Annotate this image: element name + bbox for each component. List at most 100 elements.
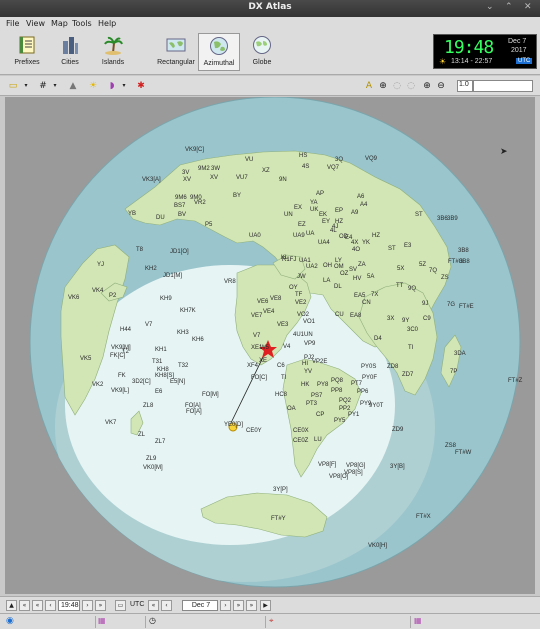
prefix-label: FT#E (459, 304, 474, 310)
map-view[interactable]: VK9[C] VU HS 3Q VQ9 9M2 3W VU7 XZ 9N 4S VQ7 VK3[A] 3V… (5, 97, 535, 594)
prefix-label: VP8[G] (346, 463, 366, 469)
prefix-label: YK (362, 240, 371, 246)
pin-icon[interactable]: ✱ (134, 79, 148, 93)
menu-map[interactable]: Map (51, 19, 68, 28)
utc-toggle-button[interactable]: ▭ (115, 600, 126, 611)
prefix-label: HI (302, 361, 308, 367)
sun-icon: ☀ (439, 57, 447, 66)
time-forward-button[interactable]: › (82, 600, 93, 611)
prefix-labels: VK9[C] VU HS 3Q VQ9 9M2 3W VU7 XZ 9N 4S VQ7 VK3[A] 3V… (5, 97, 535, 594)
date-back-button[interactable]: ‹ (161, 600, 172, 611)
prefix-label: R1FJ (282, 257, 297, 263)
prefix-label: OM (334, 264, 344, 270)
cities-label: Cities (61, 59, 79, 66)
propagation-dropdown-icon[interactable]: ▾ (117, 79, 131, 93)
maximize-button[interactable]: ⌃ (505, 2, 513, 12)
prefix-label: OH (323, 263, 332, 269)
prefix-label: E5[N] (170, 379, 186, 385)
prefix-label: E4 (345, 235, 353, 241)
islands-button[interactable]: Islands (92, 33, 134, 71)
prefixes-button[interactable]: Prefixes (6, 33, 48, 71)
globe-button[interactable]: Globe (241, 33, 283, 71)
prefix-label: 7Q (429, 268, 438, 274)
zoom-slider[interactable] (473, 80, 533, 92)
prefix-label: ZS (441, 275, 449, 281)
close-button[interactable]: ✕ (524, 2, 532, 12)
date-forward-button[interactable]: › (220, 600, 231, 611)
prefix-label: PT3 (306, 401, 318, 407)
zoom-out-icon[interactable]: ⊖ (434, 79, 448, 93)
prefix-label: DL (334, 284, 342, 290)
date-last-button[interactable]: » (246, 600, 257, 611)
mouse-cursor-icon: ➤ (500, 147, 508, 157)
menu-tools[interactable]: Tools (72, 19, 92, 28)
status-pane-3: ⌖ (265, 616, 410, 628)
status-pin-icon: ⌖ (269, 616, 274, 625)
clock-year: 2017 (511, 47, 527, 54)
date-field[interactable]: Dec 7 (182, 600, 218, 611)
date-fast-forward-button[interactable]: » (233, 600, 244, 611)
prefix-label: PY0S (361, 364, 377, 370)
status-pane-4: ▦ (410, 616, 540, 628)
prefix-label: 3X (387, 316, 395, 322)
prefix-label: 5X (397, 266, 405, 272)
prefix-label: PT7 (351, 381, 363, 387)
prefix-label: C6 (277, 363, 285, 369)
cities-icon (63, 37, 78, 54)
prefix-label: VQ9 (365, 156, 378, 162)
prefix-label: A9 (351, 210, 359, 216)
menu-view[interactable]: View (26, 19, 45, 28)
time-fast-forward-button[interactable]: » (95, 600, 106, 611)
prefix-label: PP8 (331, 388, 343, 394)
prefix-label: ZL7 (155, 439, 166, 445)
prefix-label: VR2 (194, 200, 206, 206)
prefix-label: 9Y0T (369, 403, 384, 409)
minimize-button[interactable]: ⌄ (486, 2, 494, 12)
window-title: DX Atlas (248, 2, 292, 12)
rotate-left-icon[interactable]: ◌ (390, 79, 404, 93)
time-back-button[interactable]: ‹ (45, 600, 56, 611)
center-map-icon[interactable]: ⊕ (376, 79, 390, 93)
menu-bar: File View Map Tools Help (0, 17, 540, 30)
prefix-label: BY (233, 193, 242, 199)
prefix-label: 7X (371, 292, 379, 298)
menu-help[interactable]: Help (98, 19, 116, 28)
prefixes-label: Prefixes (14, 59, 40, 66)
rotate-right-icon[interactable]: ◌ (404, 79, 418, 93)
rectangular-button[interactable]: Rectangular (155, 33, 197, 71)
prefix-label: FO[A] (186, 409, 202, 415)
sun-toggle-icon[interactable]: ☀ (86, 79, 100, 93)
grid-dropdown-icon[interactable]: ▾ (48, 79, 62, 93)
prefix-label: ZL8 (143, 403, 154, 409)
prefix-label: CE0X (293, 428, 309, 434)
azimuthal-button[interactable]: Azimuthal (198, 33, 240, 71)
date-first-button[interactable]: « (148, 600, 159, 611)
time-first-button[interactable]: ▲ (6, 600, 17, 611)
prefix-label: YB (128, 211, 137, 217)
prefix-label: VK2 (92, 382, 104, 388)
distance-icon[interactable]: A (362, 79, 376, 93)
prefix-label: 3W (211, 166, 220, 172)
play-button[interactable]: ▶ (260, 600, 271, 611)
prefix-label: ZA (358, 262, 366, 268)
prefix-label: VK6 (68, 295, 80, 301)
time-rewind-button[interactable]: « (32, 600, 43, 611)
prefix-label: KH3 (177, 330, 189, 336)
folder-dropdown-icon[interactable]: ▾ (19, 79, 33, 93)
status-pane-1: ▦ (95, 616, 145, 628)
prefix-label: EP (335, 208, 344, 214)
prefix-label: VP8[O] (329, 474, 349, 480)
time-field[interactable]: 19:48 (58, 600, 80, 611)
prefix-label: 4U1UN (293, 332, 313, 338)
menu-file[interactable]: File (6, 19, 19, 28)
time-navigation-bar: ▲ « « ‹ 19:48 › » ▭ UTC « ‹ Dec 7 › » » … (0, 596, 540, 613)
zoom-in-icon[interactable]: ⊕ (420, 79, 434, 93)
folder-icon[interactable]: ▭ (6, 79, 20, 93)
prefix-label: 3DA (454, 351, 466, 357)
projection-icon[interactable]: ▲ (66, 79, 80, 93)
time-rewind-fast-button[interactable]: « (19, 600, 30, 611)
cities-button[interactable]: Cities (49, 33, 91, 71)
prefix-label: EA5 (354, 293, 366, 299)
prefix-label: UA0 (249, 233, 261, 239)
zoom-level-field[interactable]: 1.0 (457, 80, 473, 92)
